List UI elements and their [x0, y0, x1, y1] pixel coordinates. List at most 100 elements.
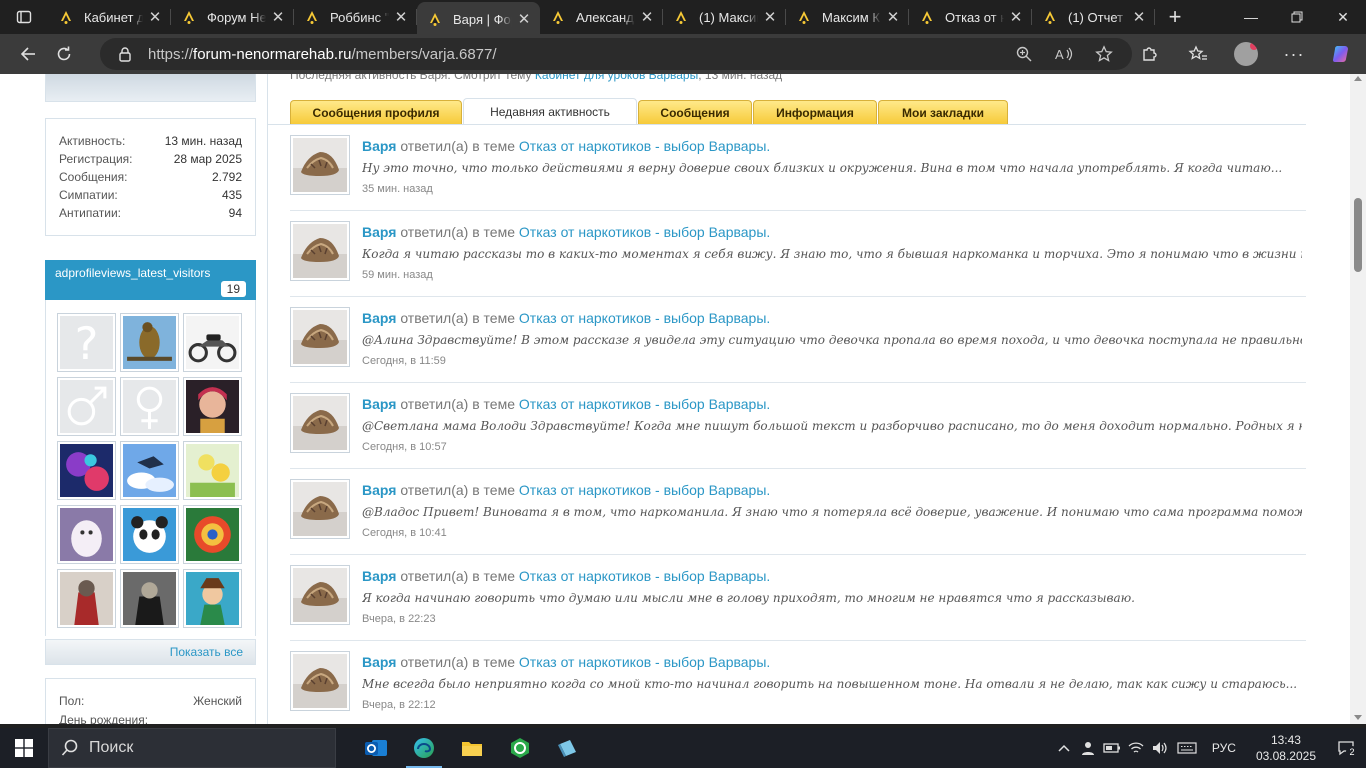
visitor-avatar[interactable] [57, 505, 116, 564]
activity-avatar[interactable] [290, 307, 350, 367]
taskbar-outlook[interactable] [352, 728, 400, 768]
visitor-avatar[interactable] [183, 505, 242, 564]
site-info-button[interactable] [108, 38, 142, 70]
back-button[interactable] [10, 38, 46, 70]
close-tab-icon[interactable]: ✕ [1008, 9, 1024, 26]
close-tab-icon[interactable]: ✕ [270, 9, 286, 26]
activity-user-link[interactable]: Варя [362, 396, 396, 412]
taskbar-file-explorer[interactable] [448, 728, 496, 768]
activity-snippet[interactable]: @Владос Привет! Виновата я в том, что на… [362, 505, 1302, 519]
activity-thread-link[interactable]: Отказ от наркотиков - выбор Варвары. [519, 396, 770, 412]
close-tab-icon[interactable]: ✕ [885, 9, 901, 26]
restore-button[interactable] [1274, 0, 1320, 34]
activity-thread-link[interactable]: Отказ от наркотиков - выбор Варвары. [519, 568, 770, 584]
last-activity-thread-link[interactable]: Кабинет для уроков Варвары [535, 74, 698, 82]
activity-thread-link[interactable]: Отказ от наркотиков - выбор Варвары. [519, 310, 770, 326]
visitor-avatar[interactable]: ? [57, 313, 116, 372]
activity-thread-link[interactable]: Отказ от наркотиков - выбор Варвары. [519, 482, 770, 498]
visitor-avatar[interactable] [120, 441, 179, 500]
extensions-button[interactable] [1126, 38, 1174, 70]
activity-user-link[interactable]: Варя [362, 224, 396, 240]
activity-avatar[interactable] [290, 135, 350, 195]
close-tab-icon[interactable]: ✕ [639, 9, 655, 26]
activity-snippet[interactable]: @Светлана мама Володи Здравствуйте! Когд… [362, 419, 1302, 433]
copilot-button[interactable] [1318, 38, 1366, 70]
page-scrollbar[interactable] [1350, 74, 1366, 724]
taskbar-green-app[interactable] [496, 728, 544, 768]
visitor-avatar[interactable] [183, 441, 242, 500]
activity-avatar[interactable] [290, 221, 350, 281]
settings-menu-button[interactable]: ··· [1270, 38, 1318, 70]
scroll-up-icon[interactable] [1354, 76, 1362, 81]
visitor-avatar[interactable] [120, 569, 179, 628]
close-tab-icon[interactable]: ✕ [1131, 9, 1147, 26]
browser-tab[interactable]: Роббинс "Г✕ [294, 0, 417, 34]
profile-tab[interactable]: Сообщения [638, 100, 752, 125]
browser-tab[interactable]: Максим К. ✕ [786, 0, 909, 34]
close-window-button[interactable]: ✕ [1320, 0, 1366, 34]
input-language[interactable]: РУС [1202, 741, 1246, 755]
activity-avatar[interactable] [290, 479, 350, 539]
visitor-avatar[interactable] [120, 505, 179, 564]
activity-user-link[interactable]: Варя [362, 310, 396, 326]
start-button[interactable] [0, 728, 48, 768]
activity-avatar[interactable] [290, 565, 350, 625]
volume-button[interactable] [1148, 728, 1172, 768]
scrollbar-thumb[interactable] [1354, 198, 1362, 272]
visitor-avatar[interactable] [183, 313, 242, 372]
browser-tab[interactable]: (1) Максим✕ [663, 0, 786, 34]
read-aloud-button[interactable]: A [1044, 38, 1084, 70]
browser-tab[interactable]: Форум НеН✕ [171, 0, 294, 34]
visitor-avatar[interactable] [57, 441, 116, 500]
scroll-down-icon[interactable] [1354, 715, 1362, 720]
activity-snippet[interactable]: @Алина Здравствуйте! В этом рассказе я у… [362, 333, 1302, 347]
address-bar[interactable]: https://forum-nenormarehab.ru/members/va… [100, 38, 1132, 70]
activity-thread-link[interactable]: Отказ от наркотиков - выбор Варвары. [519, 138, 770, 154]
browser-tab[interactable]: (1) Отчет по✕ [1032, 0, 1155, 34]
battery-button[interactable] [1100, 728, 1124, 768]
favorite-button[interactable] [1084, 38, 1124, 70]
refresh-button[interactable] [46, 38, 82, 70]
keyboard-button[interactable] [1172, 728, 1202, 768]
profile-tab[interactable]: Мои закладки [878, 100, 1008, 125]
profile-tab[interactable]: Сообщения профиля [290, 100, 462, 125]
taskbar-search[interactable]: Поиск [48, 728, 336, 768]
activity-avatar[interactable] [290, 393, 350, 453]
minimize-button[interactable]: — [1228, 0, 1274, 34]
activity-thread-link[interactable]: Отказ от наркотиков - выбор Варвары. [519, 654, 770, 670]
visitor-avatar[interactable] [57, 569, 116, 628]
close-tab-icon[interactable]: ✕ [147, 9, 163, 26]
taskbar-clock[interactable]: 13:43 03.08.2025 [1246, 732, 1326, 764]
profile-button[interactable] [1222, 38, 1270, 70]
tray-overflow-button[interactable] [1052, 728, 1076, 768]
favorites-button[interactable] [1174, 38, 1222, 70]
visitor-avatar[interactable] [57, 377, 116, 436]
visitor-avatar[interactable] [120, 313, 179, 372]
taskbar-edge[interactable] [400, 728, 448, 768]
close-tab-icon[interactable]: ✕ [516, 11, 532, 28]
visitor-avatar[interactable] [120, 377, 179, 436]
tab-actions-button[interactable] [0, 0, 48, 34]
browser-tab[interactable]: Кабинет для✕ [48, 0, 171, 34]
activity-user-link[interactable]: Варя [362, 482, 396, 498]
activity-snippet[interactable]: Я когда начинаю говорить что думаю или м… [362, 591, 1302, 605]
activity-snippet[interactable]: Ну это точно, что только действиями я ве… [362, 161, 1302, 175]
new-tab-button[interactable]: + [1155, 0, 1195, 34]
browser-tab[interactable]: Варя | Фору✕ [417, 2, 540, 36]
show-all-visitors-link[interactable]: Показать все [45, 639, 256, 665]
activity-avatar[interactable] [290, 651, 350, 711]
activity-thread-link[interactable]: Отказ от наркотиков - выбор Варвары. [519, 224, 770, 240]
taskbar-notes-app[interactable] [544, 728, 592, 768]
activity-user-link[interactable]: Варя [362, 654, 396, 670]
wifi-button[interactable] [1124, 728, 1148, 768]
profile-tab[interactable]: Информация [753, 100, 877, 125]
close-tab-icon[interactable]: ✕ [762, 9, 778, 26]
profile-tab[interactable]: Недавняя активность [463, 98, 637, 125]
visitor-avatar[interactable] [183, 569, 242, 628]
browser-tab[interactable]: Отказ от на✕ [909, 0, 1032, 34]
visitor-avatar[interactable] [183, 377, 242, 436]
activity-snippet[interactable]: Мне всегда было неприятно когда со мной … [362, 677, 1302, 691]
activity-user-link[interactable]: Варя [362, 568, 396, 584]
zoom-button[interactable] [1004, 38, 1044, 70]
activity-snippet[interactable]: Когда я читаю рассказы то в каких-то мом… [362, 247, 1302, 261]
